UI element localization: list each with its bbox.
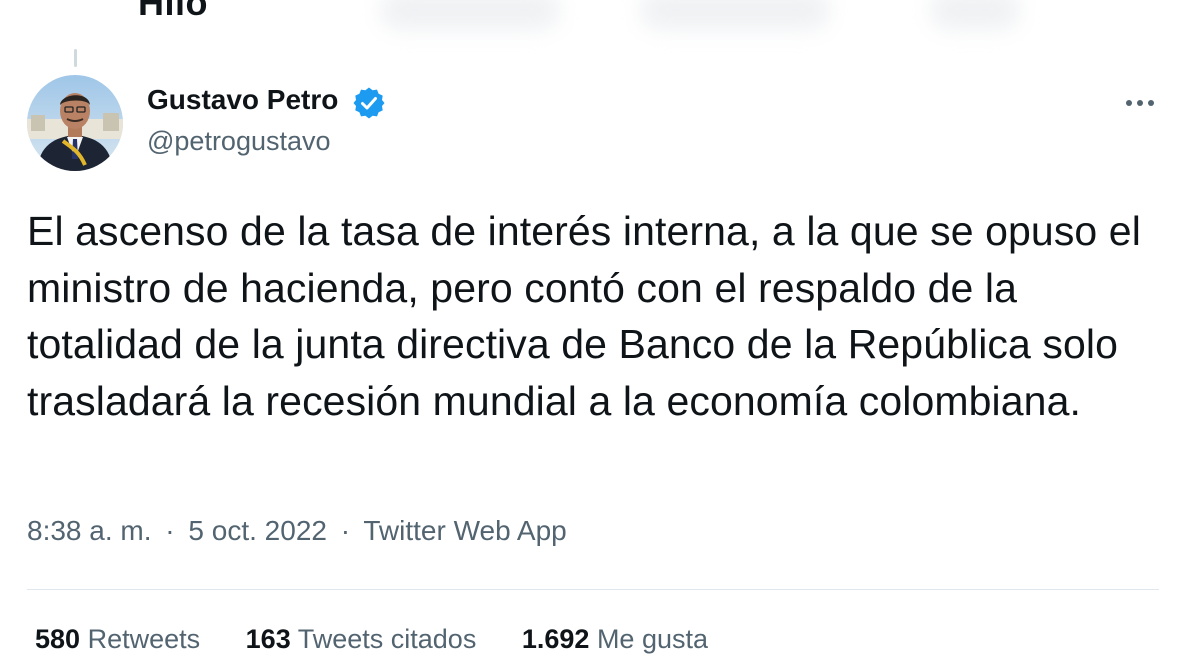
- blurred-header-item: [380, 0, 560, 30]
- verified-badge-icon: [353, 87, 385, 119]
- retweets-label: Retweets: [87, 624, 201, 654]
- blurred-header-item: [930, 0, 1020, 30]
- likes-stat[interactable]: 1.692 Me gusta: [522, 624, 708, 655]
- tweet-text: El ascenso de la tasa de interés interna…: [27, 208, 1141, 424]
- meta-separator: ·: [165, 515, 175, 546]
- quote-tweets-count: 163: [245, 624, 291, 654]
- top-header: Hilo: [0, 0, 1188, 46]
- tweet-stats: 580 Retweets 163 Tweets citados 1.692 Me…: [35, 624, 746, 655]
- quote-tweets-stat[interactable]: 163 Tweets citados: [246, 624, 477, 655]
- back-arrow-icon[interactable]: [24, 0, 64, 10]
- likes-label: Me gusta: [596, 624, 708, 654]
- divider: [27, 589, 1159, 590]
- retweets-stat[interactable]: 580 Retweets: [35, 624, 200, 655]
- tweet-detail-page: Hilo Gustavo Petro @petrogustavo El asce…: [0, 0, 1188, 668]
- tweet-date[interactable]: 5 oct. 2022: [188, 515, 327, 546]
- likes-count: 1.692: [521, 624, 590, 654]
- quote-tweets-label: Tweets citados: [297, 624, 477, 654]
- author-name[interactable]: Gustavo Petro: [147, 84, 338, 116]
- more-options-icon[interactable]: [1122, 92, 1158, 114]
- retweets-count: 580: [35, 624, 81, 654]
- meta-separator: ·: [340, 515, 351, 546]
- author-handle[interactable]: @petrogustavo: [147, 126, 331, 157]
- page-title: Hilo: [138, 0, 208, 23]
- avatar-image: [27, 75, 123, 171]
- thread-connector-line: [74, 49, 77, 67]
- tweet-source[interactable]: Twitter Web App: [363, 515, 566, 546]
- blurred-header-item: [640, 0, 830, 30]
- tweet-time[interactable]: 8:38 a. m.: [27, 515, 152, 546]
- tweet-metadata: 8:38 a. m. · 5 oct. 2022 · Twitter Web A…: [27, 515, 567, 547]
- avatar[interactable]: [27, 75, 123, 171]
